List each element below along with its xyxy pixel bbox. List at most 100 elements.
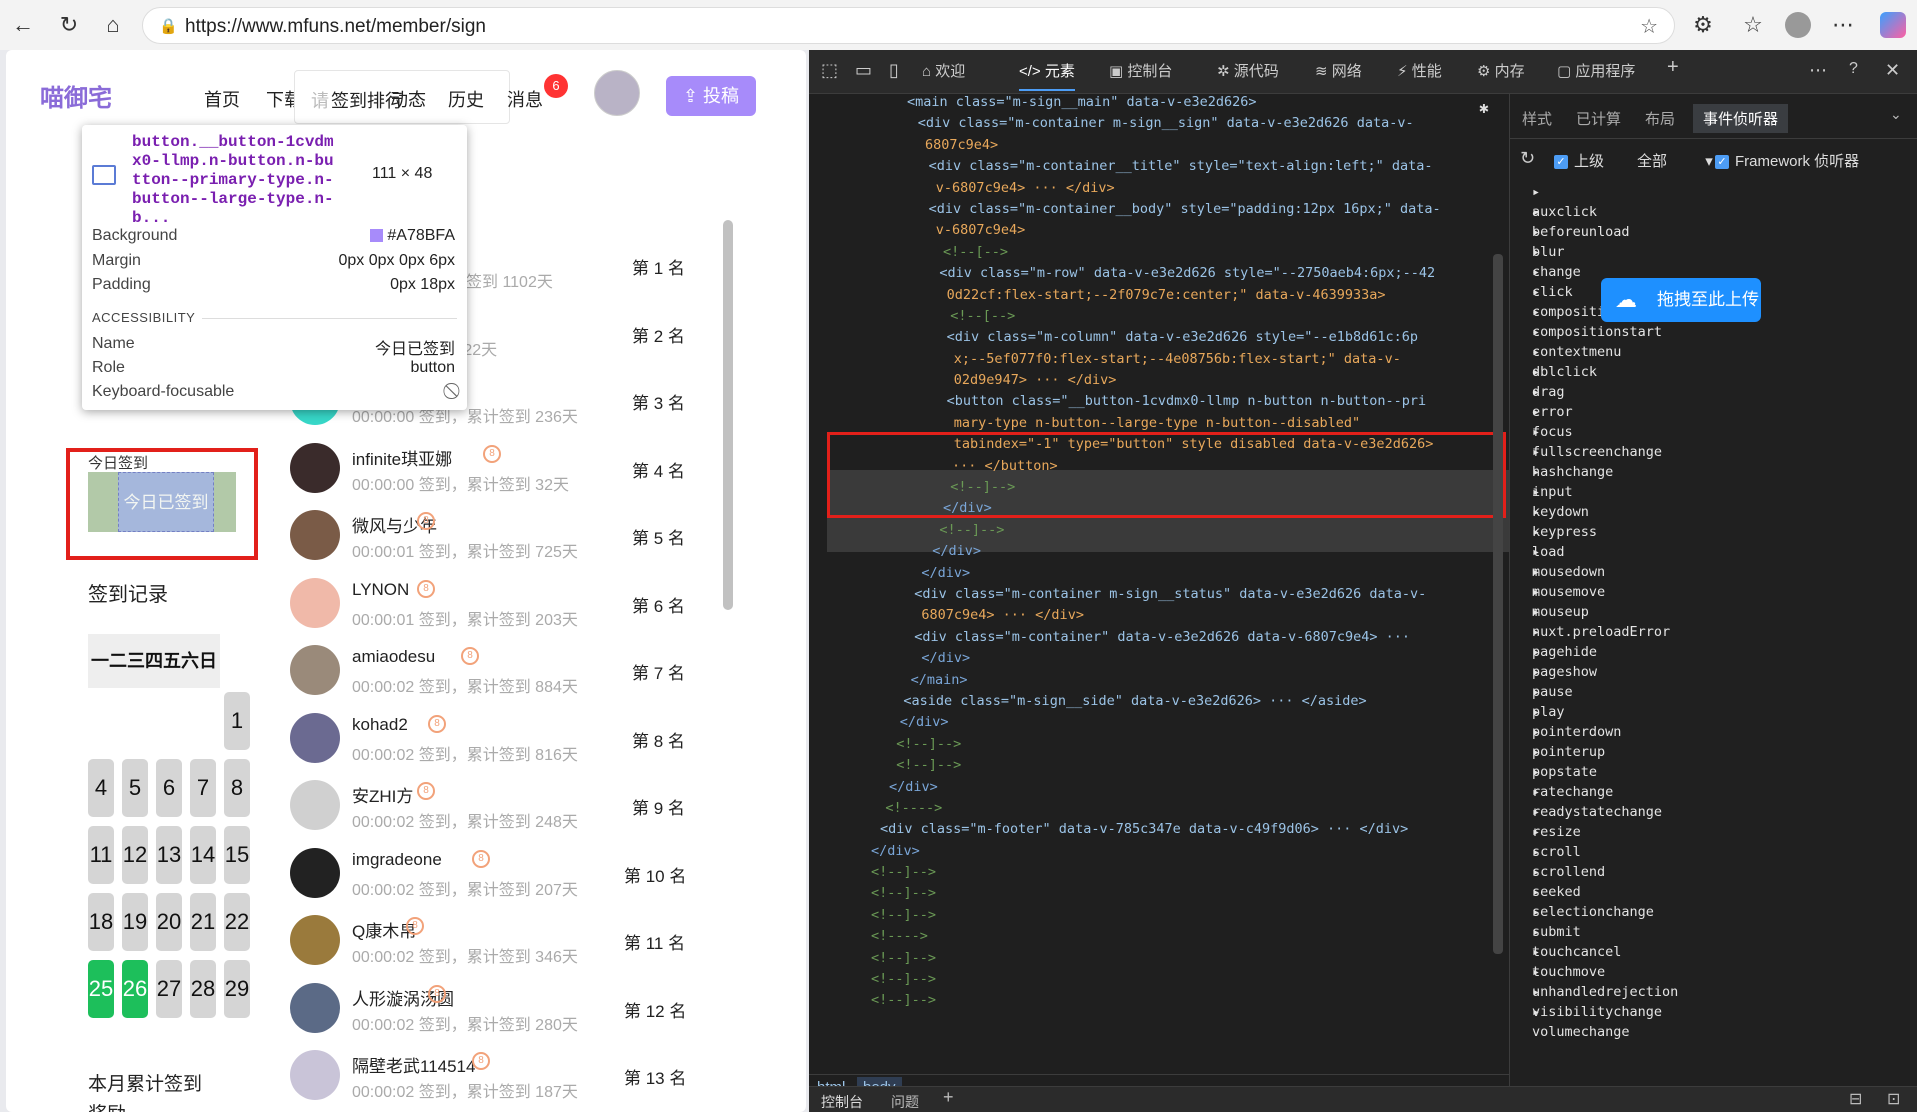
rank-row[interactable]: LYNON 8 00:00:01 签到，累计签到 203天 第 6 名 xyxy=(238,577,708,638)
dom-node-line[interactable]: v-6807c9e4> ··· </div> xyxy=(809,178,1509,199)
expand-arrow-icon[interactable]: ▸ xyxy=(1532,924,1540,940)
dom-node-line[interactable]: v-6807c9e4> xyxy=(809,220,1509,241)
dom-node-line[interactable]: <!--]--> xyxy=(809,520,1509,541)
dom-node-line[interactable]: <!--]--> xyxy=(809,969,1509,990)
collapse-chevron-icon[interactable]: ⌄ xyxy=(1890,106,1902,123)
expand-arrow-icon[interactable]: ▸ xyxy=(1532,564,1540,580)
rank-row[interactable]: kohad2 8 00:00:02 签到，累计签到 816天 第 8 名 xyxy=(238,712,708,773)
back-arrow-icon[interactable]: ← xyxy=(10,12,36,38)
tab-styles[interactable]: 样式 xyxy=(1522,108,1552,129)
expand-arrow-icon[interactable]: ▸ xyxy=(1532,704,1540,720)
inspect-element-icon[interactable]: ⬚ xyxy=(821,60,838,81)
dom-node-line[interactable]: <!--]--> xyxy=(809,883,1509,904)
rank-row[interactable]: Q康木帛 8 00:00:02 签到，累计签到 346天第 11 名 xyxy=(238,915,708,975)
rank-row[interactable]: 安ZHI方 8 00:00:02 签到，累计签到 248天 第 9 名 xyxy=(238,780,708,840)
expand-arrow-icon[interactable]: ▸ xyxy=(1532,764,1540,780)
all-filter-select[interactable]: 全部 ▾ xyxy=(1637,150,1713,171)
favorites-icon[interactable]: ☆ xyxy=(1740,12,1766,38)
expand-arrow-icon[interactable]: ▸ xyxy=(1532,644,1540,660)
dom-node-line[interactable]: </div> xyxy=(809,563,1509,584)
dom-node-line[interactable]: <main class="m-sign__main" data-v-e3e2d6… xyxy=(809,94,1509,113)
rank-username[interactable]: 安ZHI方 xyxy=(352,782,413,807)
expand-arrow-icon[interactable]: ▸ xyxy=(1532,524,1540,540)
expand-arrow-icon[interactable]: ▸ xyxy=(1532,284,1540,300)
expand-arrow-icon[interactable]: ▸ xyxy=(1532,624,1540,640)
dom-node-line[interactable]: <button class="__button-1cvdmx0-llmp n-b… xyxy=(809,391,1509,412)
expand-arrow-icon[interactable]: ▸ xyxy=(1532,544,1540,560)
rank-username[interactable]: imgradeone xyxy=(352,850,442,870)
home-icon[interactable]: ⌂ xyxy=(100,12,126,38)
tab-application[interactable]: ▢ 应用程序 xyxy=(1557,60,1635,81)
dom-node-line[interactable]: <div class="m-container m-sign__status" … xyxy=(809,584,1509,605)
expand-arrow-icon[interactable]: ▸ xyxy=(1532,404,1540,420)
rank-avatar[interactable] xyxy=(290,577,340,628)
rank-avatar[interactable] xyxy=(290,1050,340,1100)
dom-node-line[interactable]: </div> xyxy=(809,712,1509,733)
tab-welcome[interactable]: ⌂ 欢迎 xyxy=(922,60,965,81)
profile-avatar[interactable] xyxy=(1785,12,1811,38)
expand-arrow-icon[interactable]: ▸ xyxy=(1532,304,1540,320)
close-devtools-icon[interactable]: ✕ xyxy=(1885,60,1900,81)
add-drawer-tab-icon[interactable]: + xyxy=(943,1087,954,1108)
expand-arrow-icon[interactable]: ▸ xyxy=(1532,264,1540,280)
upload-drop-overlay[interactable]: ☁ 拖拽至此上传 xyxy=(1601,278,1761,322)
rank-username[interactable]: LYNON xyxy=(352,580,409,600)
rank-username[interactable]: infinite琪亚娜 xyxy=(352,445,452,470)
more-tools-icon[interactable]: ⋯ xyxy=(1809,60,1827,81)
elements-tree[interactable]: <main class="m-sign__main" data-v-e3e2d6… xyxy=(809,94,1509,1074)
dock-icon[interactable]: ▯ xyxy=(889,60,899,81)
expand-arrow-icon[interactable]: ▸ xyxy=(1532,744,1540,760)
rank-username[interactable]: 隔壁老武114514 xyxy=(352,1052,475,1077)
close-drawer-icon[interactable]: ⊡ xyxy=(1887,1089,1900,1109)
rank-avatar[interactable] xyxy=(290,645,340,695)
expand-arrow-icon[interactable]: ▸ xyxy=(1532,324,1540,340)
expand-arrow-icon[interactable]: ▸ xyxy=(1532,984,1540,1000)
expand-arrow-icon[interactable]: ▸ xyxy=(1532,384,1540,400)
dom-node-line[interactable]: <!----> xyxy=(809,798,1509,819)
expand-arrow-icon[interactable]: ▸ xyxy=(1532,904,1540,920)
rank-username[interactable]: amiaodesu xyxy=(352,647,435,667)
dom-node-line[interactable]: <div class="m-footer" data-v-785c347e da… xyxy=(809,819,1509,840)
expand-arrow-icon[interactable]: ▸ xyxy=(1532,464,1540,480)
dom-node-line[interactable]: <!--[--> xyxy=(809,306,1509,327)
dom-node-line[interactable]: <aside class="m-sign__side" data-v-e3e2d… xyxy=(809,691,1509,712)
rank-avatar[interactable] xyxy=(290,712,340,763)
dom-node-line[interactable]: <div class="m-column" data-v-e3e2d626 st… xyxy=(809,327,1509,348)
expand-arrow-icon[interactable]: ▸ xyxy=(1532,204,1540,220)
dom-node-line[interactable]: </div> xyxy=(809,841,1509,862)
extensions-icon[interactable]: ⚙ xyxy=(1690,12,1716,38)
dom-node-line[interactable]: </div> xyxy=(809,541,1509,562)
expand-arrow-icon[interactable]: ▸ xyxy=(1532,604,1540,620)
dom-node-line[interactable]: 02d9e947> ··· </div> xyxy=(809,370,1509,391)
address-bar[interactable]: 🔒 https://www.mfuns.net/member/sign ☆ xyxy=(142,7,1675,44)
expand-arrow-icon[interactable]: ▸ xyxy=(1532,964,1540,980)
dom-node-line[interactable]: x;--5ef077f0:flex-start;--4e08756b:flex-… xyxy=(809,349,1509,370)
tree-scrollbar[interactable] xyxy=(1493,254,1503,954)
rank-row[interactable]: 人形漩涡汤圆 8 00:00:02 签到，累计签到 280天第 12 名 xyxy=(238,982,708,1043)
framework-checkbox[interactable]: ✓ Framework 侦听器 xyxy=(1715,150,1859,171)
tab-network[interactable]: ≋ 网络 xyxy=(1315,60,1362,81)
dom-node-line[interactable]: <!--]--> xyxy=(809,862,1509,883)
expand-arrow-icon[interactable]: ▸ xyxy=(1532,724,1540,740)
rank-avatar[interactable] xyxy=(290,442,340,493)
tab-console[interactable]: ▣ 控制台 xyxy=(1109,60,1172,81)
rank-avatar[interactable] xyxy=(290,780,340,830)
rank-row[interactable]: infinite琪亚娜 8 00:00:00 签到，累计签到 32天 第 4 名 xyxy=(238,442,708,503)
dom-node-line[interactable]: <!----> xyxy=(809,926,1509,947)
refresh-icon[interactable]: ↻ xyxy=(56,12,82,38)
expand-arrow-icon[interactable]: ▸ xyxy=(1532,344,1540,360)
tab-elements[interactable]: </> 元素 xyxy=(1019,60,1075,91)
dom-node-line[interactable]: </div> xyxy=(809,777,1509,798)
rank-avatar[interactable] xyxy=(290,510,340,560)
help-icon[interactable]: ? xyxy=(1849,60,1858,78)
rank-avatar[interactable] xyxy=(290,915,340,965)
rank-scrollbar[interactable] xyxy=(723,220,733,610)
rank-username[interactable]: kohad2 xyxy=(352,715,408,735)
expand-arrow-icon[interactable]: ▸ xyxy=(1532,804,1540,820)
dom-node-line[interactable]: <!--]--> xyxy=(809,755,1509,776)
favorite-star-icon[interactable]: ☆ xyxy=(1640,14,1658,39)
rank-avatar[interactable] xyxy=(290,847,340,898)
expand-arrow-icon[interactable]: ▸ xyxy=(1532,824,1540,840)
dom-node-line[interactable]: </div> xyxy=(809,648,1509,669)
tab-memory[interactable]: ⚙ 内存 xyxy=(1477,60,1525,81)
